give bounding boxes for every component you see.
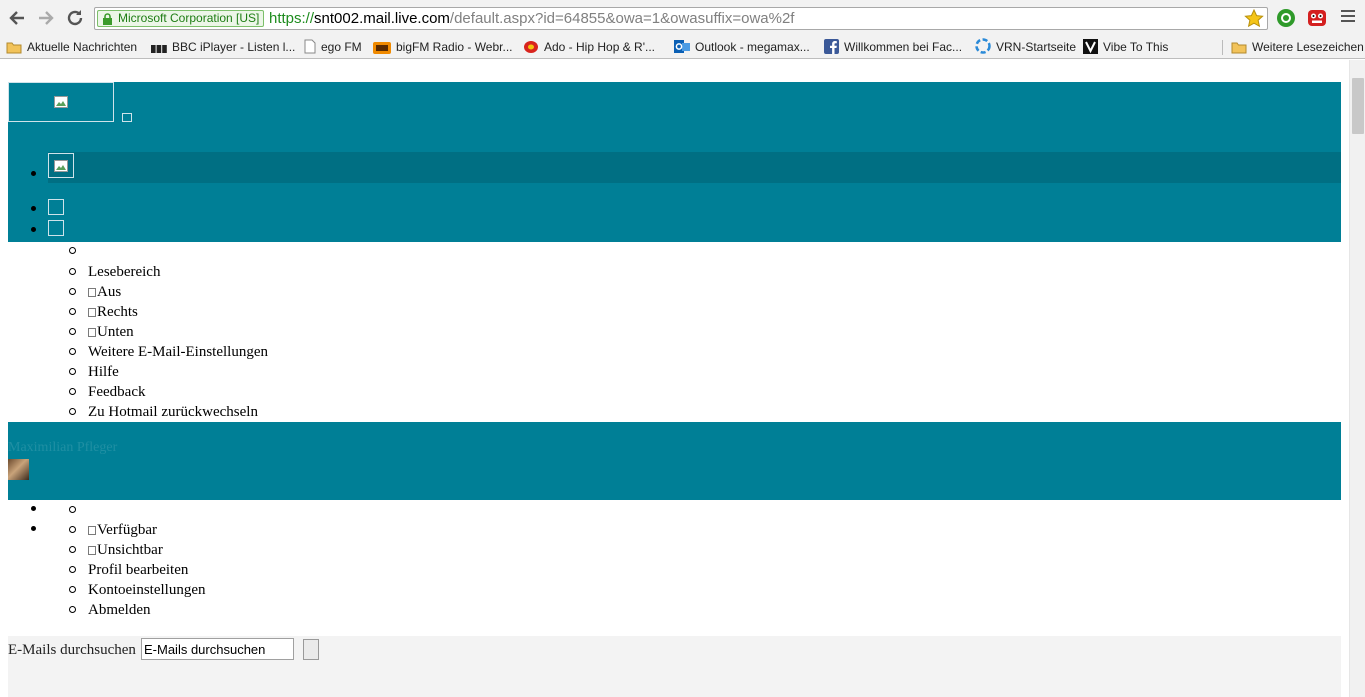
back-arrow-icon[interactable]: [6, 7, 28, 29]
logo-box[interactable]: [8, 82, 114, 122]
bookmark-ego-fm[interactable]: ego FM: [304, 38, 362, 57]
folder-icon: [6, 41, 22, 60]
options-gear-button[interactable]: [48, 220, 64, 236]
menu-account-settings[interactable]: Kontoeinstellungen: [88, 581, 205, 599]
nav-button-1[interactable]: [48, 199, 64, 215]
menu-switch-to-hotmail[interactable]: Zu Hotmail zurückwechseln: [88, 403, 258, 421]
list-circle: [69, 586, 76, 593]
radio-box: [88, 546, 96, 555]
bookmark-outlook[interactable]: Outlook - megamax...: [674, 38, 810, 57]
outlook-page: Lesebereich Aus Rechts Unten Weitere E-M…: [0, 60, 1349, 697]
list-circle: [69, 268, 76, 275]
list-circle: [69, 247, 76, 254]
reload-icon[interactable]: [64, 7, 86, 29]
status-available[interactable]: Verfügbar: [88, 521, 157, 539]
ev-label: Microsoft Corporation [US]: [118, 11, 260, 25]
options-dropdown: [48, 242, 1341, 422]
list-circle: [69, 546, 76, 553]
outlook-icon: [674, 39, 690, 60]
browser-toolbar: Microsoft Corporation [US] https://snt00…: [0, 0, 1365, 36]
bookmark-bigfm[interactable]: bigFM Radio - Webr...: [373, 38, 512, 57]
list-bullet: [31, 206, 36, 211]
menu-reading-pane-bottom[interactable]: Unten: [88, 323, 134, 341]
broken-image-icon: [54, 96, 68, 108]
user-bar: [8, 422, 1341, 500]
radio-box: [88, 328, 96, 337]
header-toggle-box[interactable]: [122, 113, 132, 122]
ado-icon: [523, 40, 539, 60]
list-bullet: [31, 227, 36, 232]
list-circle: [69, 328, 76, 335]
broken-image-icon: [54, 160, 68, 172]
list-circle: [69, 526, 76, 533]
list-circle: [69, 348, 76, 355]
radio-box: [88, 288, 96, 297]
list-circle: [69, 566, 76, 573]
avatar[interactable]: [8, 459, 29, 480]
bookmark-aktuelle-nachrichten[interactable]: Aktuelle Nachrichten: [6, 38, 137, 57]
menu-feedback[interactable]: Feedback: [88, 383, 145, 401]
list-circle: [69, 308, 76, 315]
bookmark-vrn[interactable]: VRN-Startseite: [975, 38, 1076, 57]
address-bar[interactable]: Microsoft Corporation [US] https://snt00…: [94, 7, 1268, 30]
bookmark-facebook[interactable]: Willkommen bei Fac...: [824, 38, 962, 57]
status-invisible[interactable]: Unsichtbar: [88, 541, 163, 559]
list-bullet: [31, 526, 36, 531]
bookmark-bbc-iplayer[interactable]: BBC iPlayer - Listen l...: [151, 38, 295, 57]
search-bar: E-Mails durchsuchen: [8, 636, 1341, 697]
search-button[interactable]: [303, 639, 319, 660]
vibe-icon: [1083, 39, 1098, 60]
list-circle: [69, 288, 76, 295]
menu-help[interactable]: Hilfe: [88, 363, 119, 381]
browser-menu-icon[interactable]: [1341, 10, 1355, 25]
search-input[interactable]: [141, 638, 294, 660]
url-text[interactable]: https://snt002.mail.live.com/default.asp…: [269, 10, 794, 27]
bigfm-icon: [373, 41, 391, 60]
menu-reading-pane-off[interactable]: Aus: [88, 283, 121, 301]
bbc-icon: [151, 41, 167, 60]
list-circle: [69, 388, 76, 395]
list-bullet: [31, 171, 36, 176]
bookmark-star-icon[interactable]: [1244, 8, 1264, 33]
menu-edit-profile[interactable]: Profil bearbeiten: [88, 561, 188, 579]
list-bullet: [31, 506, 36, 511]
list-circle: [69, 368, 76, 375]
list-circle: [69, 506, 76, 513]
extension-red-face-icon[interactable]: [1307, 8, 1327, 28]
list-circle: [69, 408, 76, 415]
menu-sign-out[interactable]: Abmelden: [88, 601, 150, 619]
menu-reading-pane-right[interactable]: Rechts: [88, 303, 138, 321]
bookmark-weitere-lesezeichen[interactable]: Weitere Lesezeichen: [1231, 38, 1364, 57]
bookmark-vibe-to-this[interactable]: Vibe To This: [1083, 38, 1168, 57]
vrn-icon: [975, 38, 991, 60]
extension-green-icon[interactable]: [1276, 8, 1296, 28]
page-icon: [304, 39, 316, 60]
menu-reading-pane: Lesebereich: [88, 264, 161, 280]
folder-icon: [1231, 41, 1247, 60]
search-label: E-Mails durchsuchen: [8, 642, 136, 658]
forward-arrow-icon[interactable]: [35, 7, 57, 29]
nav-selected-row: [48, 152, 1341, 183]
list-circle: [69, 606, 76, 613]
ev-certificate-badge[interactable]: Microsoft Corporation [US]: [97, 10, 265, 29]
bookmarks-separator: [1222, 40, 1223, 55]
bookmarks-bar: Aktuelle Nachrichten BBC iPlayer - Liste…: [0, 36, 1365, 59]
facebook-icon: [824, 39, 839, 60]
mail-app-button[interactable]: [48, 153, 74, 178]
lock-icon: [102, 13, 113, 29]
menu-more-mail-settings[interactable]: Weitere E-Mail-Einstellungen: [88, 343, 268, 361]
radio-box: [88, 308, 96, 317]
radio-box: [88, 526, 96, 535]
user-name[interactable]: Maximilian Pfleger: [8, 440, 117, 456]
scrollbar-thumb[interactable]: [1352, 78, 1364, 134]
bookmark-ado[interactable]: Ado - Hip Hop & R'...: [523, 38, 655, 57]
vertical-scrollbar[interactable]: [1349, 60, 1365, 697]
